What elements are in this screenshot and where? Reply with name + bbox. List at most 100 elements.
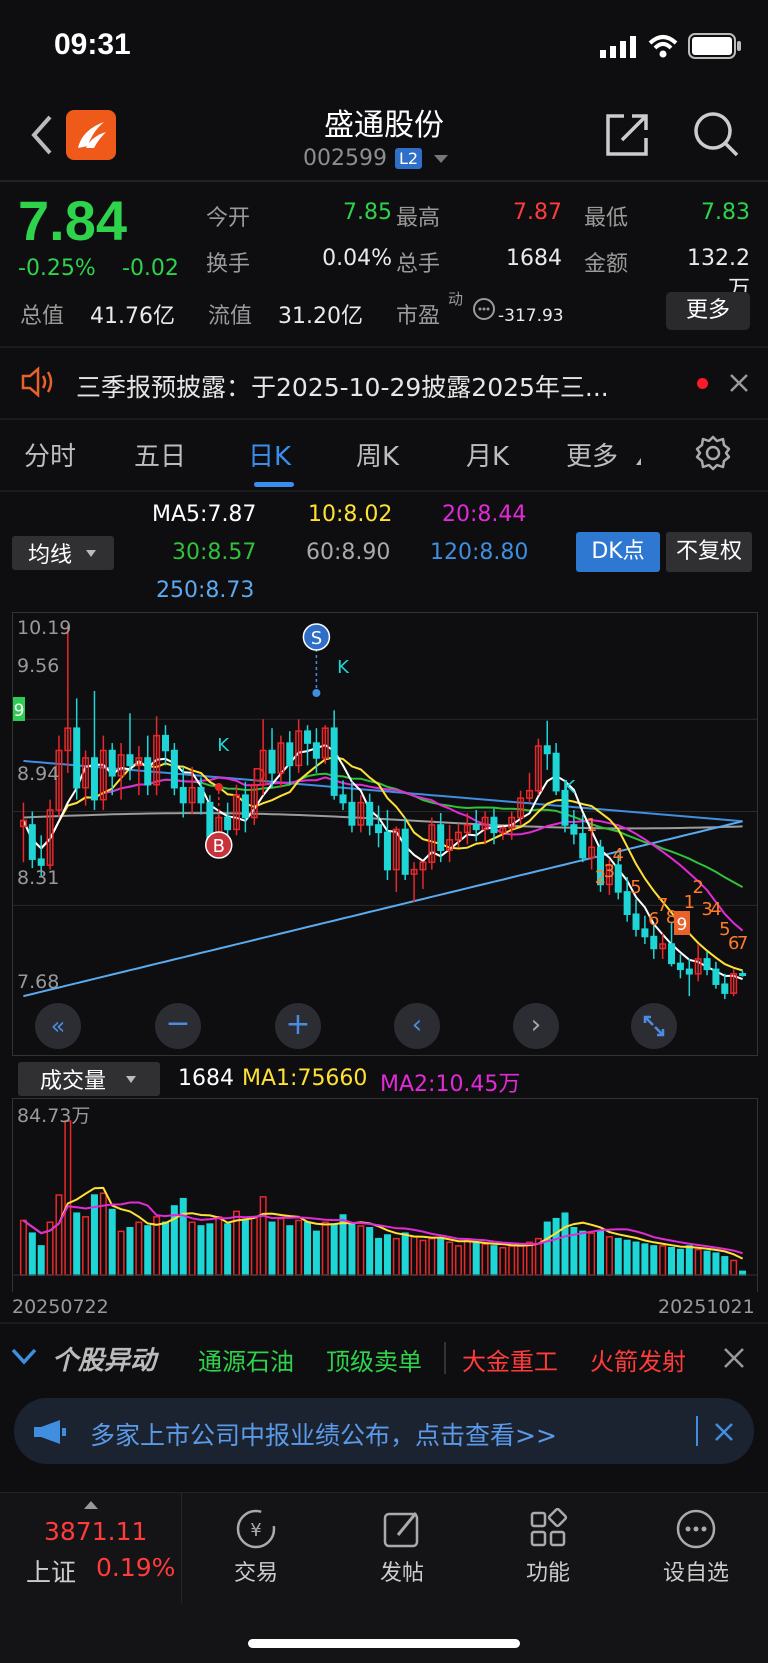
nav-function[interactable]: 功能 xyxy=(502,1507,594,1593)
info-icon[interactable] xyxy=(472,297,496,321)
signal-letter: K xyxy=(217,735,230,756)
candle-body xyxy=(676,962,684,971)
candle-body xyxy=(366,801,374,826)
volume-bar xyxy=(419,1239,427,1276)
volume-bar xyxy=(82,1216,90,1276)
sequence-number: 7 xyxy=(737,933,748,954)
quote-field-label: 最低 xyxy=(584,206,629,231)
close-icon[interactable] xyxy=(728,372,750,394)
price-axis-label: 10.19 xyxy=(17,617,72,639)
candle-body xyxy=(437,824,445,851)
volume-bar xyxy=(676,1248,684,1276)
volume-svg xyxy=(13,1120,757,1276)
more-button[interactable]: 更多 xyxy=(666,292,750,330)
promo-banner[interactable]: 多家上市公司中报业绩公布，点击查看>> xyxy=(14,1398,754,1464)
caret-icon xyxy=(636,458,641,465)
volume-bar xyxy=(37,1245,45,1276)
volume-bar xyxy=(588,1232,596,1276)
scroll-left-end-button[interactable]: « xyxy=(35,1003,81,1049)
adjust-button[interactable]: 不复权 xyxy=(666,532,752,572)
candle-body xyxy=(339,794,347,804)
megaphone-icon xyxy=(34,1420,66,1444)
tab-period[interactable]: 分时 xyxy=(24,436,76,473)
period-tabs: 分时 五日 日K 周K 月K 更多 xyxy=(0,420,768,490)
volume-bar xyxy=(481,1243,489,1276)
movement-item[interactable]: 通源石油 xyxy=(198,1342,294,1377)
tab-period[interactable]: 五日 xyxy=(134,436,186,473)
nav-post[interactable]: 发帖 xyxy=(356,1507,448,1593)
count-badge-label: 9 xyxy=(14,701,25,721)
volume-bar xyxy=(170,1205,178,1276)
quote-field-value: 0.04% xyxy=(322,246,392,271)
chevron-down-icon[interactable] xyxy=(10,1346,38,1366)
volume-bar xyxy=(312,1230,320,1276)
candle-body xyxy=(330,727,338,796)
volume-bar xyxy=(605,1236,613,1276)
movement-item[interactable]: 火箭发射 xyxy=(590,1342,686,1377)
notice-text: 三季报预披露：于2025-10-29披露2025年三... xyxy=(76,373,609,402)
scroll-right-button[interactable]: › xyxy=(513,1003,559,1049)
volume-bar xyxy=(650,1245,658,1276)
settings-gear-icon[interactable] xyxy=(694,434,732,472)
volume-bar xyxy=(543,1221,551,1276)
ma60-line xyxy=(23,812,743,830)
pe-label: 市盈 xyxy=(396,304,441,329)
volume-bar xyxy=(597,1230,605,1276)
indicator-select[interactable]: 均线 xyxy=(12,536,114,570)
ma120-value: 120:8.80 xyxy=(430,540,529,565)
sequence-number: 5 xyxy=(630,877,641,898)
index-block[interactable]: 3871.11 上证 0.19% xyxy=(0,1493,182,1603)
zoom-in-button[interactable]: + xyxy=(275,1003,321,1049)
zoom-out-button[interactable]: − xyxy=(155,1003,201,1049)
volume-ma1: MA1:75660 xyxy=(242,1066,368,1091)
share-icon[interactable] xyxy=(604,112,650,158)
tab-period[interactable]: 日K xyxy=(248,436,291,473)
candle-body xyxy=(286,742,294,767)
movement-item[interactable]: 大金重工 xyxy=(462,1342,558,1377)
tab-period[interactable]: 周K xyxy=(356,436,399,473)
volume-bar xyxy=(188,1221,196,1276)
volume-bar xyxy=(712,1252,720,1276)
volume-bar xyxy=(410,1236,418,1276)
notice-bar[interactable]: 三季报预披露：于2025-10-29披露2025年三... xyxy=(0,348,768,420)
kline-chart[interactable]: SBKKKD91234567812345679 10.19 9.56 8.94 8.3… xyxy=(12,612,758,1056)
volume-header: 成交量 1684 MA1:75660 MA2:10.45万 xyxy=(0,1058,768,1100)
scroll-left-button[interactable]: ‹ xyxy=(394,1003,440,1049)
volume-chart[interactable]: 84.73万 xyxy=(12,1098,758,1292)
tab-period[interactable]: 更多 xyxy=(566,436,618,473)
candle-body xyxy=(668,943,676,965)
buy-marker-label: B xyxy=(213,836,225,857)
price-axis-label: 8.31 xyxy=(17,867,60,889)
volume-bar xyxy=(357,1225,365,1276)
volume-bar xyxy=(304,1221,312,1276)
candle-body xyxy=(241,794,249,819)
tab-period[interactable]: 月K xyxy=(466,436,509,473)
pe-sup: 动 xyxy=(448,290,464,308)
search-icon[interactable] xyxy=(692,110,740,158)
volume-bar xyxy=(579,1230,587,1276)
close-icon[interactable] xyxy=(714,1422,734,1442)
volume-bar xyxy=(739,1270,747,1276)
nav-trade[interactable]: ¥ 交易 xyxy=(210,1507,302,1593)
expand-icon xyxy=(643,1015,665,1037)
candle-body xyxy=(641,928,649,938)
volume-bar xyxy=(215,1216,223,1276)
candle-body xyxy=(739,973,747,977)
fullscreen-button[interactable] xyxy=(631,1003,677,1049)
volume-bar xyxy=(277,1217,285,1276)
volume-select[interactable]: 成交量 xyxy=(18,1062,160,1096)
candle-body xyxy=(552,752,560,792)
volume-bar xyxy=(428,1237,436,1276)
price-axis-label: 7.68 xyxy=(17,971,60,993)
stock-code-row[interactable]: 002599 L2 xyxy=(303,146,449,171)
movement-item[interactable]: 顶级卖单 xyxy=(326,1342,422,1377)
signal-letter: D xyxy=(252,765,266,786)
bottom-bar: 3871.11 上证 0.19% ¥ 交易 发帖 功能 设自选 xyxy=(0,1492,768,1663)
nav-watchlist[interactable]: 设自选 xyxy=(650,1507,742,1593)
home-indicator xyxy=(248,1639,520,1648)
trade-icon: ¥ xyxy=(236,1509,276,1549)
volume-bar xyxy=(730,1259,738,1276)
close-icon[interactable] xyxy=(722,1346,746,1370)
nav-watchlist-label: 设自选 xyxy=(662,1561,729,1586)
dk-point-button[interactable]: DK点 xyxy=(576,532,660,572)
